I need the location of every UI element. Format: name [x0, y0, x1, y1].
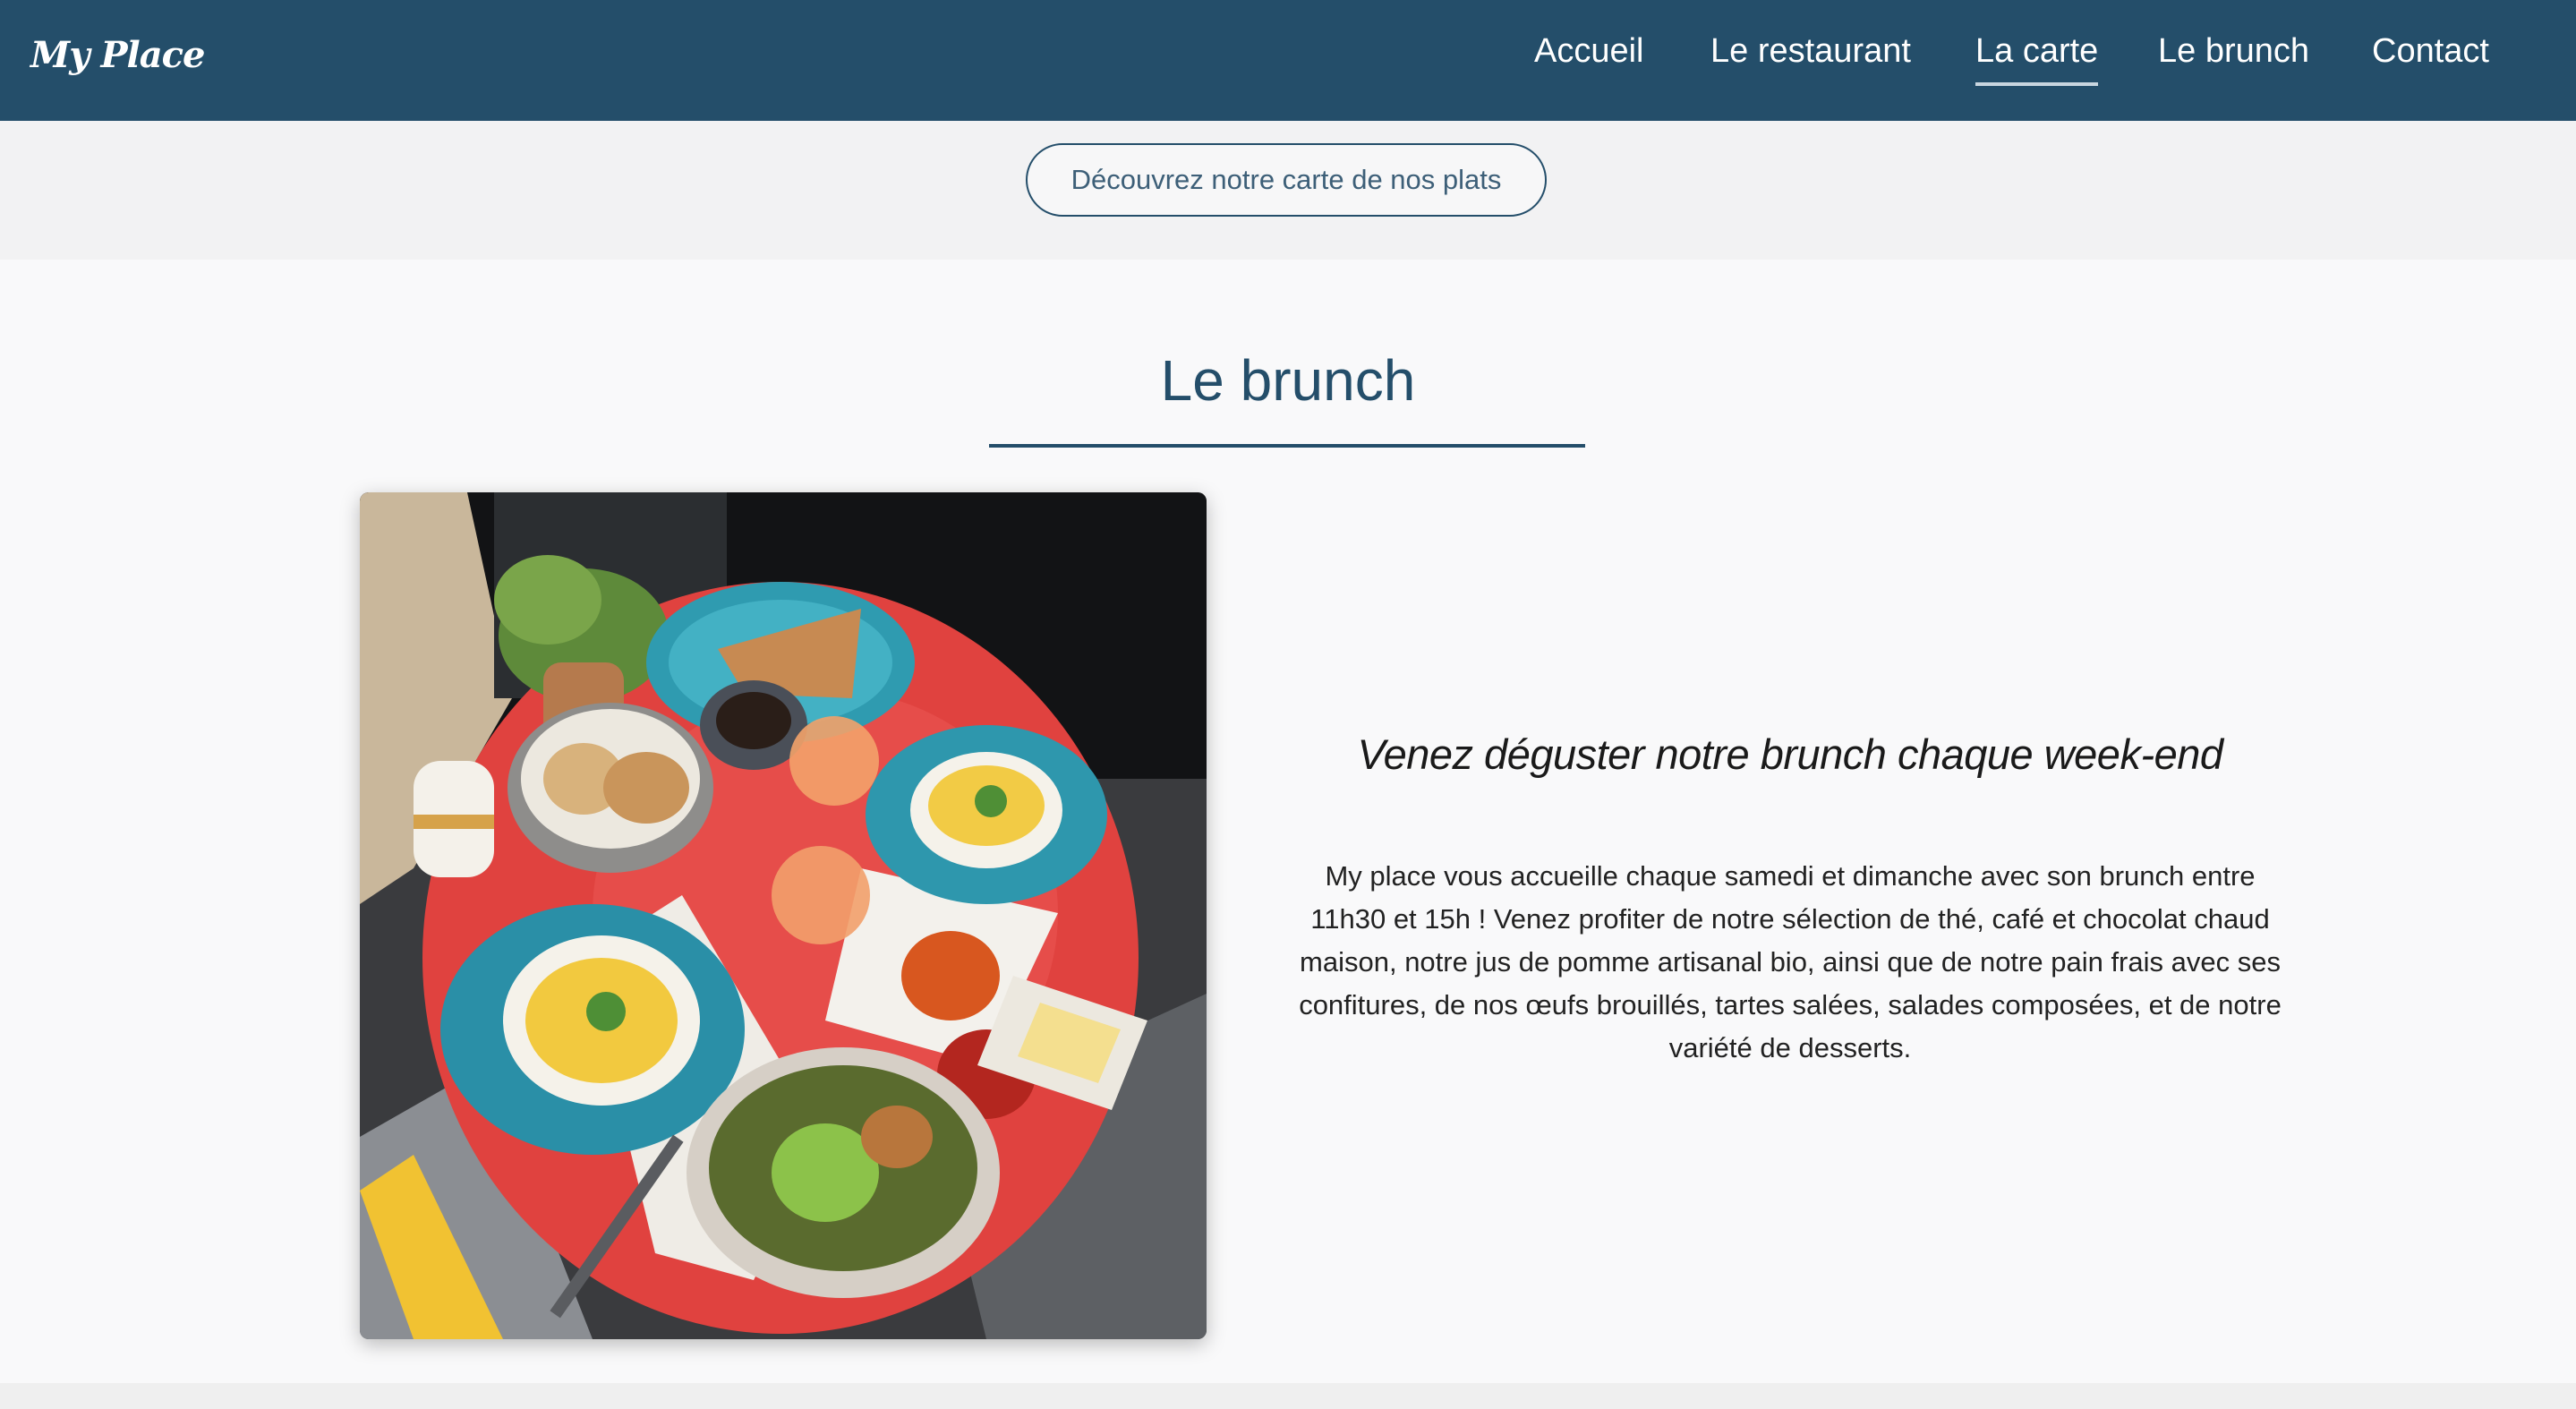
site-logo[interactable]: My Place	[30, 34, 205, 76]
top-navbar: My Place Accueil Le restaurant La carte …	[0, 0, 2576, 121]
brunch-photo	[360, 492, 1207, 1339]
section-divider	[0, 1383, 2576, 1409]
menu-cta-button[interactable]: Découvrez notre carte de nos plats	[1026, 143, 1547, 217]
nav-item-accueil[interactable]: Accueil	[1534, 32, 1644, 71]
nav-item-contact[interactable]: Contact	[2372, 32, 2489, 71]
brunch-description: My place vous accueille chaque samedi et…	[1299, 860, 2282, 1063]
brunch-tagline: Venez déguster notre brunch chaque week-…	[1357, 730, 2223, 778]
nav-item-le-brunch[interactable]: Le brunch	[2158, 32, 2309, 71]
nav-item-la-carte[interactable]: La carte	[1975, 32, 2099, 86]
title-underline	[989, 444, 1585, 448]
section-title: Le brunch	[1160, 348, 1416, 413]
nav-item-le-restaurant[interactable]: Le restaurant	[1710, 32, 1911, 71]
